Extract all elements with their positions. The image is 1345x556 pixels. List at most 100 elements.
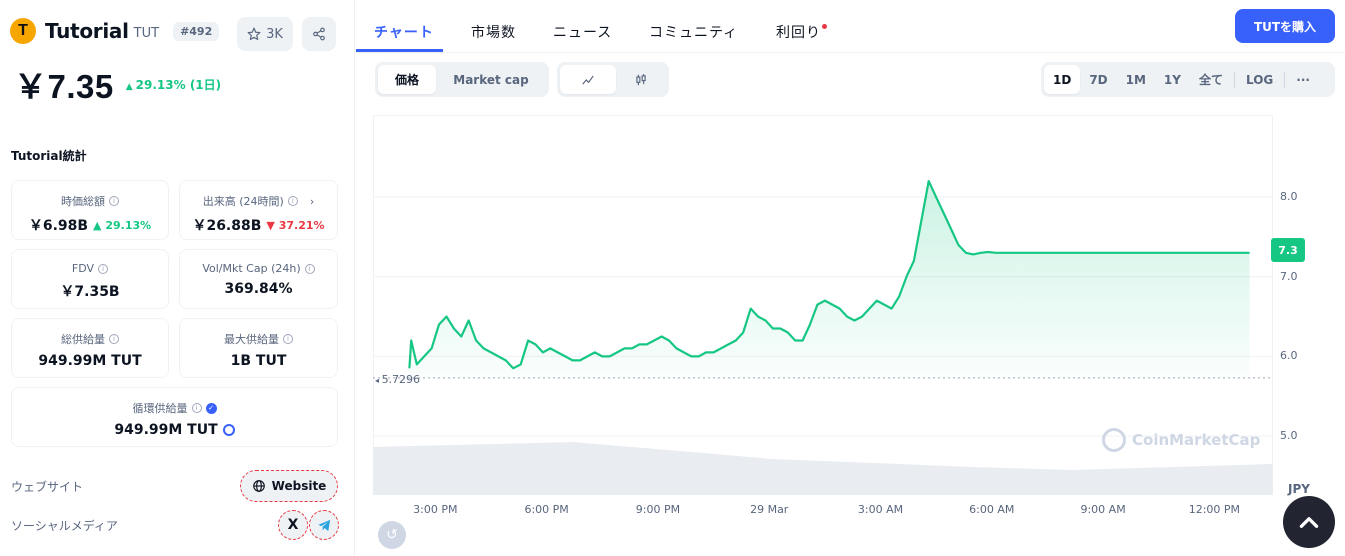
market-cap-value: ￥6.98B [28,218,89,234]
fdv-label: FDV [71,262,95,275]
x-social-button[interactable]: X [278,510,308,540]
tab-markets[interactable]: 市場数 [471,22,516,42]
website-row-label: ウェブサイト [11,480,84,494]
info-icon[interactable]: i [191,403,202,413]
time-range-selector: 1D 7D 1M 1Y 全て LOG ··· [1041,62,1335,97]
x-logo-icon: X [287,517,299,533]
watchlist-count: 3K [266,26,283,42]
x-tick-label: 3:00 AM [857,503,904,516]
vol-mkt-cap-card: Vol/Mkt Cap (24h) i 369.84% [179,249,338,309]
candlestick-chart-button[interactable] [616,65,666,94]
stats-title: Tutorial統計 [11,149,87,163]
coin-header: T Tutorial TUT #492 [10,18,220,44]
coin-tabs: チャート 市場数 ニュース コミュニティ 利回り [356,0,1345,53]
line-chart-icon [582,75,594,84]
circulating-supply-value: 949.99M TUT [114,422,218,438]
circulating-supply-label: 循環供給量 [132,402,188,415]
market-cap-mode-button[interactable]: Market cap [436,65,546,94]
fdv-card: FDV i ￥7.35B [11,249,169,309]
line-chart-button[interactable] [560,65,616,94]
volume-card[interactable]: 出来高 (24時間) i › ￥26.88B ▼ 37.21% [179,180,338,240]
coin-logo: T [10,18,36,44]
circulating-supply-card: 循環供給量 i ✓ 949.99M TUT [11,387,338,447]
price-mode-button[interactable]: 価格 [378,65,436,94]
telegram-icon [317,519,330,531]
buy-button[interactable]: TUTを購入 [1235,9,1335,43]
baseline-label: ◂ 5.7296 [375,373,420,386]
current-price-tag: 7.3 [1271,238,1305,262]
tab-chart[interactable]: チャート [374,22,434,42]
info-icon[interactable]: i [109,334,119,344]
coinmarketcap-logo-icon [1102,428,1126,452]
range-1y-button[interactable]: 1Y [1155,65,1190,94]
max-supply-label: 最大供給量 [224,333,279,346]
coin-name: Tutorial [45,19,129,43]
coin-sidebar: T Tutorial TUT #492 3K ￥7.35 ▲ 29.13% (1日… [0,0,355,556]
up-triangle-icon: ▲ [125,82,133,92]
y-tick-label: 5.0 [1280,429,1298,443]
tab-yield[interactable]: 利回り [776,22,827,42]
supply-progress-ring-icon [222,424,235,436]
y-tick-label: 8.0 [1280,190,1298,204]
vol-mkt-cap-value: 369.84% [224,281,293,297]
info-icon[interactable]: i [283,334,293,344]
history-icon[interactable]: ↺ [378,521,406,549]
price-row: ￥7.35 ▲ 29.13% (1日) [14,60,221,108]
max-supply-card: 最大供給量 i 1B TUT [179,318,338,378]
y-tick-label: 7.0 [1280,269,1298,283]
chevron-right-icon: › [309,194,315,208]
range-1m-button[interactable]: 1M [1117,65,1155,94]
scroll-to-top-button[interactable] [1283,496,1335,548]
coinmarketcap-watermark: CoinMarketCap [1102,428,1260,452]
chevron-up-icon [1299,517,1319,528]
more-options-button[interactable]: ··· [1287,65,1319,94]
info-icon[interactable]: i [304,263,315,274]
active-tab-indicator [356,49,443,52]
candlestick-icon [636,73,646,85]
watermark-text: CoinMarketCap [1132,431,1261,449]
website-button-label: Website [271,479,327,493]
info-icon[interactable]: i [109,196,119,206]
fdv-value: ￥7.35B [60,284,120,300]
range-divider [1233,71,1235,88]
chart-mode-toggle: 価格 Market cap [375,62,549,97]
price-change-value: 29.13% (1日) [135,78,222,92]
watchlist-button[interactable]: 3K [237,17,293,51]
share-icon [313,27,325,41]
volume-change: ▼ 37.21% [266,219,324,232]
x-tick-label: 29 Mar [750,503,789,516]
share-button[interactable] [302,17,336,51]
star-icon [247,27,261,41]
max-supply-value: 1B TUT [230,353,287,369]
rank-badge: #492 [173,21,220,41]
x-tick-label: 12:00 PM [1188,503,1241,516]
volume-value: ￥26.88B [192,218,262,234]
coin-symbol: TUT [133,25,160,41]
globe-icon [252,480,265,492]
range-7d-button[interactable]: 7D [1080,65,1116,94]
market-cap-label: 時価総額 [61,195,105,208]
x-tick-label: 6:00 AM [969,503,1015,516]
info-icon[interactable]: i [287,196,298,206]
website-button[interactable]: Website [240,470,338,502]
total-supply-card: 総供給量 i 949.99M TUT [11,318,169,378]
tab-news[interactable]: ニュース [553,22,612,42]
tab-community[interactable]: コミュニティ [649,22,738,42]
y-tick-label: 6.0 [1280,349,1298,363]
range-divider [1284,71,1286,88]
total-supply-value: 949.99M TUT [38,353,142,369]
log-scale-button[interactable]: LOG [1237,65,1282,94]
chart-style-toggle [557,62,669,97]
x-tick-label: 6:00 PM [524,503,569,516]
down-triangle-icon: ▼ [266,218,279,232]
currency-label: JPY [1288,482,1310,496]
volume-label: 出来高 (24時間) [202,195,284,208]
market-cap-change: ▲ 29.13% [93,219,151,232]
market-cap-change-value: 29.13% [105,218,152,232]
current-price: ￥7.35 [14,68,114,105]
range-1d-button[interactable]: 1D [1044,65,1081,94]
volume-change-value: 37.21% [278,218,325,232]
telegram-social-button[interactable] [309,510,339,540]
range-all-button[interactable]: 全て [1190,65,1232,94]
info-icon[interactable]: i [98,263,109,274]
